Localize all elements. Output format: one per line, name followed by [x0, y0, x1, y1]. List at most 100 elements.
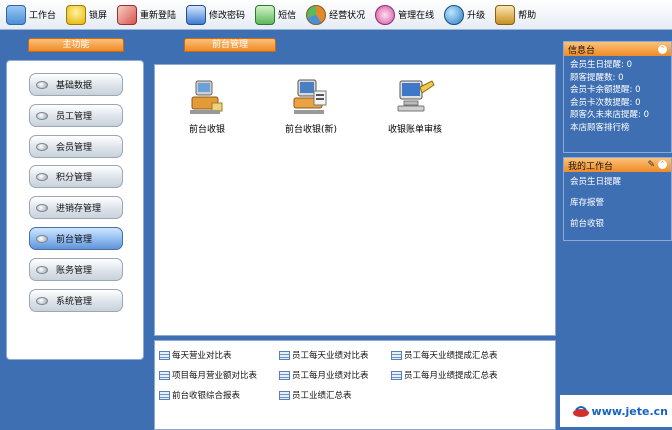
business-status-button[interactable]: 经营状况: [304, 3, 367, 27]
report-link[interactable]: 员工每月业绩对比表: [279, 369, 369, 381]
menu-bullet-icon: [36, 203, 48, 212]
collapse-icon[interactable]: ⌃: [658, 44, 667, 54]
relogin-button[interactable]: 重新登陆: [115, 3, 178, 27]
watermark-text: www.jete.cn: [591, 404, 668, 418]
help-label: 帮助: [518, 11, 537, 21]
info-line[interactable]: 会员生日提醒: 0: [564, 59, 671, 72]
manage-online-label: 管理在线: [398, 11, 435, 21]
info-title: 信息台: [568, 45, 596, 56]
app-window: 工作台 锁屏 重新登陆 修改密码 短信 经营状况 管理在线 升级 帮助 主功能 …: [0, 0, 672, 430]
menu-points[interactable]: 积分管理: [29, 165, 123, 188]
bill-audit-icon: [397, 80, 435, 112]
collapse-icon[interactable]: ⌃: [658, 160, 667, 169]
report-table-icon: [279, 390, 290, 400]
desk-icon: [6, 4, 26, 25]
lock-button[interactable]: 锁屏: [64, 3, 109, 27]
report-table-icon: [391, 370, 402, 380]
menu-bullet-icon: [36, 234, 48, 243]
report-table-icon: [279, 350, 290, 360]
sms-label: 短信: [278, 11, 297, 21]
cashier-new-pc-icon: [293, 79, 327, 114]
info-line[interactable]: 会员卡次数提醒: 0: [564, 97, 671, 110]
menu-bullet-icon: [36, 80, 48, 89]
module-cashier-label: 前台收银: [188, 125, 225, 135]
menu-staff[interactable]: 员工管理: [29, 104, 123, 127]
menu-accounts[interactable]: 账务管理: [29, 258, 123, 281]
edit-icon[interactable]: ✎: [647, 160, 655, 170]
module-cashier[interactable]: 前台收银: [181, 77, 233, 135]
menu-inventory[interactable]: 进销存管理: [29, 196, 123, 219]
password-label: 修改密码: [209, 11, 246, 21]
upgrade-label: 升级: [467, 11, 486, 21]
report-table-icon: [391, 350, 402, 360]
upgrade-globe-icon: [444, 4, 465, 25]
upgrade-button[interactable]: 升级: [442, 3, 487, 27]
module-area: 前台收银 前台收银(新) 收银账单审核: [154, 64, 556, 336]
menu-label: 基础数据: [56, 81, 93, 91]
report-table-icon: [159, 350, 170, 360]
menu-label: 进销存管理: [56, 204, 102, 214]
report-label: 项目每月营业额对比表: [172, 371, 258, 381]
report-label: 员工每月业绩对比表: [292, 371, 369, 381]
report-link[interactable]: 前台收银综合报表: [159, 389, 240, 401]
menu-bullet-icon: [36, 111, 48, 120]
menu-bullet-icon: [36, 142, 48, 151]
info-line[interactable]: 顾客久未来店提醒: 0: [564, 109, 671, 122]
watermark: www.jete.cn: [560, 395, 672, 427]
report-label: 员工每天业绩对比表: [292, 351, 369, 361]
report-link[interactable]: 每天营业对比表: [159, 349, 232, 361]
report-link[interactable]: 项目每月营业额对比表: [159, 369, 257, 381]
info-line[interactable]: 本店顾客排行榜: [564, 122, 671, 135]
help-icon: [495, 4, 516, 25]
workbench-item[interactable]: 库存报警: [564, 193, 671, 214]
menu-bullet-icon: [36, 296, 48, 305]
menu-bullet-icon: [36, 172, 48, 181]
workbench-item[interactable]: 前台收银: [564, 214, 671, 235]
menu-label: 前台管理: [56, 235, 93, 245]
report-table-icon: [279, 370, 290, 380]
lock-label: 锁屏: [89, 11, 108, 21]
workbench-item[interactable]: 会员生日提醒: [564, 172, 671, 193]
desk-button[interactable]: 工作台: [4, 3, 58, 27]
report-label: 前台收银综合报表: [172, 391, 241, 401]
report-table-icon: [159, 370, 170, 380]
watermark-logo-icon: [572, 406, 589, 417]
menu-label: 积分管理: [56, 173, 93, 183]
menu-bullet-icon: [36, 265, 48, 274]
main-function-title: 主功能: [28, 38, 124, 52]
business-status-icon: [306, 4, 327, 25]
report-label: 员工每月业绩提成汇总表: [404, 371, 498, 381]
module-cashier-new-label: 前台收银(新): [284, 125, 338, 135]
info-line[interactable]: 顾客提醒数: 0: [564, 72, 671, 85]
cashier-pc-icon: [190, 80, 223, 114]
password-icon: [186, 4, 207, 25]
manage-online-icon: [375, 4, 396, 25]
sms-button[interactable]: 短信: [253, 3, 298, 27]
sms-icon: [255, 4, 276, 25]
workbench-header: 我的工作台 ✎ ⌃: [564, 158, 671, 172]
report-label: 每天营业对比表: [172, 351, 232, 361]
module-cashier-new[interactable]: 前台收银(新): [279, 77, 343, 135]
main-menu-list: 基础数据 员工管理 会员管理 积分管理 进销存管理 前台管理 账务管理 系统管理: [6, 60, 144, 360]
menu-label: 系统管理: [56, 297, 93, 307]
report-link[interactable]: 员工每天业绩提成汇总表: [391, 349, 498, 361]
relogin-label: 重新登陆: [140, 11, 177, 21]
info-line[interactable]: 会员卡余额提醒: 0: [564, 84, 671, 97]
report-table-icon: [159, 390, 170, 400]
menu-basic-data[interactable]: 基础数据: [29, 73, 123, 96]
report-link[interactable]: 员工每天业绩对比表: [279, 349, 369, 361]
info-panel: 信息台 ⌃ 会员生日提醒: 0 顾客提醒数: 0 会员卡余额提醒: 0 会员卡次…: [563, 41, 672, 153]
module-bill-audit-label: 收银账单审核: [387, 125, 442, 135]
front-desk-title: 前台管理: [184, 38, 276, 52]
main-function-panel: 主功能 基础数据 员工管理 会员管理 积分管理 进销存管理 前台管理 账务管理 …: [2, 38, 148, 430]
menu-member[interactable]: 会员管理: [29, 135, 123, 158]
change-password-button[interactable]: 修改密码: [184, 3, 247, 27]
menu-front-desk[interactable]: 前台管理: [29, 227, 123, 250]
module-bill-audit[interactable]: 收银账单审核: [383, 77, 447, 135]
report-link[interactable]: 员工每月业绩提成汇总表: [391, 369, 498, 381]
manage-online-button[interactable]: 管理在线: [373, 3, 436, 27]
report-link[interactable]: 员工业绩汇总表: [279, 389, 352, 401]
menu-system[interactable]: 系统管理: [29, 289, 123, 312]
report-list: 每天营业对比表 员工每天业绩对比表 员工每天业绩提成汇总表 项目每月营业额对比表…: [154, 340, 556, 430]
help-button[interactable]: 帮助: [493, 3, 538, 27]
